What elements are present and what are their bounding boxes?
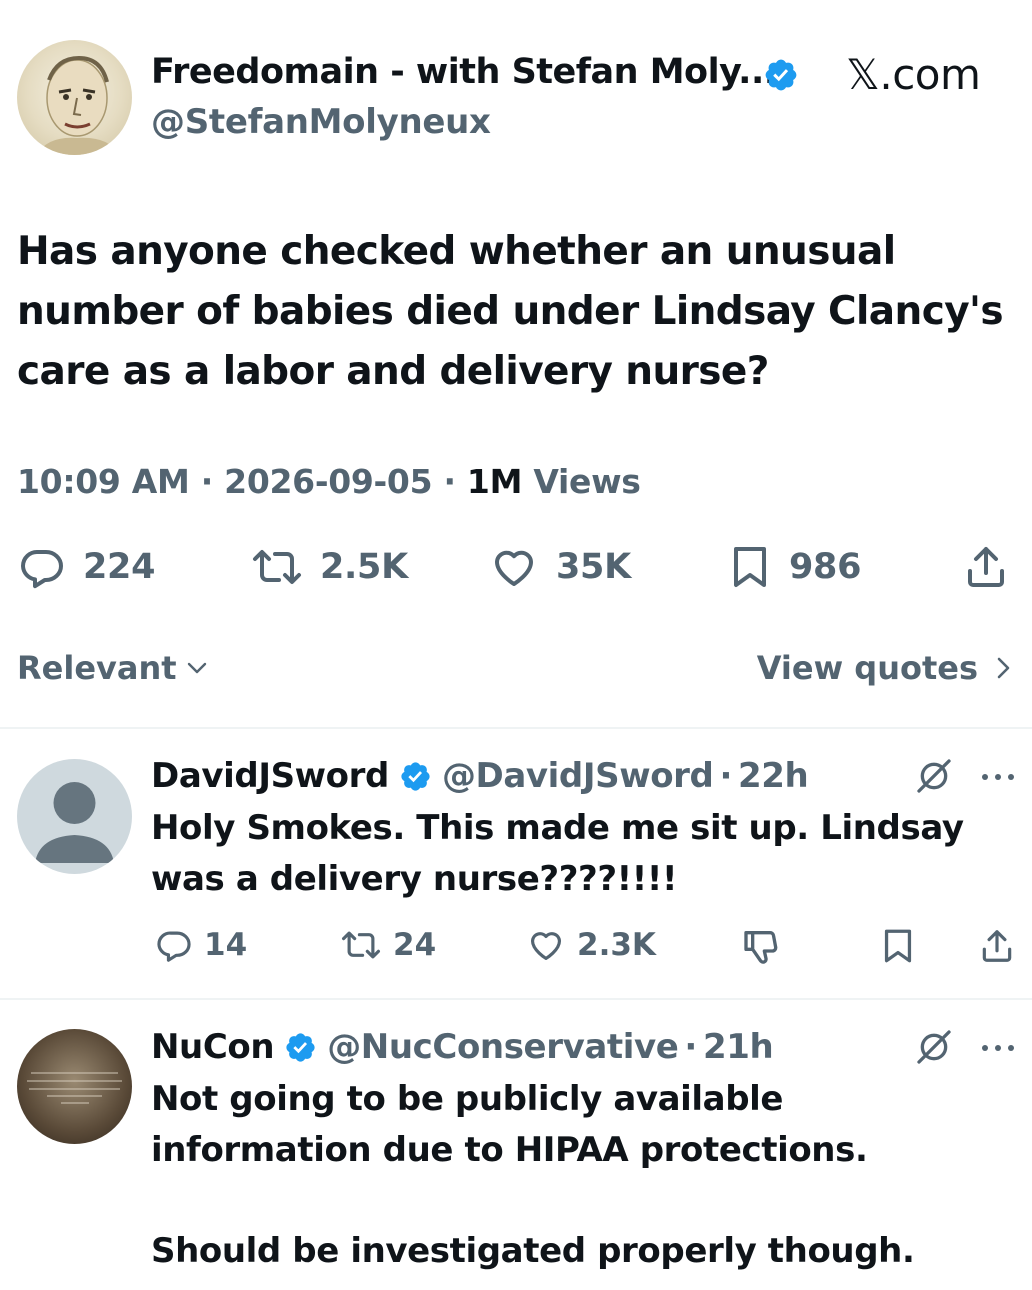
view-quotes-label: View quotes [756, 649, 978, 687]
reply-time[interactable]: 21h [703, 1027, 774, 1067]
site-label: 𝕏.com [846, 50, 981, 99]
repost-icon [250, 543, 304, 591]
like-button[interactable]: 35K [488, 543, 631, 591]
share-icon[interactable] [978, 926, 1016, 966]
chevron-right-icon [992, 655, 1014, 681]
author-avatar[interactable] [17, 40, 132, 155]
reply-count: 14 [204, 927, 248, 963]
like-count: 2.3K [577, 927, 656, 963]
tweet-meta: 10:09 AM · 2026-09-05 · 1M Views [17, 462, 641, 501]
reply-icon [17, 543, 67, 591]
chevron-down-icon [185, 656, 209, 680]
bookmark-icon[interactable] [880, 926, 916, 966]
share-icon[interactable] [962, 543, 1010, 591]
reply-time[interactable]: 22h [738, 756, 809, 796]
verified-badge-icon[interactable] [399, 760, 432, 793]
reply-text-continued: Should be investigated properly though. [151, 1231, 915, 1271]
divider [0, 727, 1032, 729]
reply-header: DavidJSword @DavidJSword · 22h [151, 756, 809, 796]
repost-count: 2.5K [320, 547, 408, 587]
views-count: 1M [466, 462, 523, 501]
view-quotes-link[interactable]: View quotes [757, 649, 1014, 687]
verified-badge-icon[interactable] [284, 1031, 317, 1064]
separator: · [719, 756, 733, 796]
reply-text: Holy Smokes. This made me sit up. Lindsa… [151, 808, 964, 899]
grok-icon[interactable] [914, 756, 954, 796]
separator: · [200, 462, 214, 501]
like-icon [525, 926, 567, 964]
bookmark-icon [727, 543, 773, 591]
repost-button[interactable]: 24 [339, 926, 436, 964]
author-handle[interactable]: @StefanMolyneux [151, 102, 491, 142]
tweet-date[interactable]: 2026-09-05 [224, 462, 432, 501]
divider [0, 998, 1032, 1000]
tweet-time[interactable]: 10:09 AM [17, 462, 190, 501]
bookmark-count: 986 [789, 547, 862, 587]
sort-label: Relevant [17, 649, 177, 687]
bookmark-button[interactable]: 986 [727, 543, 861, 591]
reply-button[interactable]: 14 [154, 926, 247, 964]
reply-handle[interactable]: @NucConservative [327, 1027, 679, 1067]
reply-avatar[interactable] [17, 1029, 132, 1144]
reply-count: 224 [83, 547, 156, 587]
reply-button[interactable]: 224 [17, 543, 155, 591]
separator: · [684, 1027, 697, 1067]
reply-icon [154, 926, 194, 964]
reply-handle[interactable]: @DavidJSword [442, 756, 714, 796]
grok-icon[interactable] [914, 1027, 954, 1067]
tweet-text: Has anyone checked whether an unusual nu… [17, 229, 1004, 394]
like-icon [488, 543, 540, 591]
downvote-icon[interactable] [741, 926, 781, 966]
reply-author-name[interactable]: DavidJSword [151, 756, 389, 796]
reply-text: Not going to be publicly available infor… [151, 1079, 868, 1170]
reply-header: NuCon @NucConservative · 21h [151, 1027, 774, 1067]
reply-author-name[interactable]: NuCon [151, 1027, 275, 1067]
repost-button[interactable]: 2.5K [250, 543, 408, 591]
author-name[interactable]: Freedomain - with Stefan Moly... [151, 52, 777, 92]
separator: · [443, 462, 456, 501]
repost-count: 24 [393, 927, 437, 963]
sort-dropdown[interactable]: Relevant [17, 649, 209, 687]
more-icon[interactable] [978, 772, 1018, 782]
reply-avatar[interactable] [17, 759, 132, 874]
verified-badge-icon[interactable] [763, 57, 799, 93]
like-button[interactable]: 2.3K [525, 926, 656, 964]
more-icon[interactable] [978, 1043, 1018, 1053]
views-label: Views [533, 462, 641, 501]
like-count: 35K [556, 547, 631, 587]
repost-icon [339, 926, 383, 964]
